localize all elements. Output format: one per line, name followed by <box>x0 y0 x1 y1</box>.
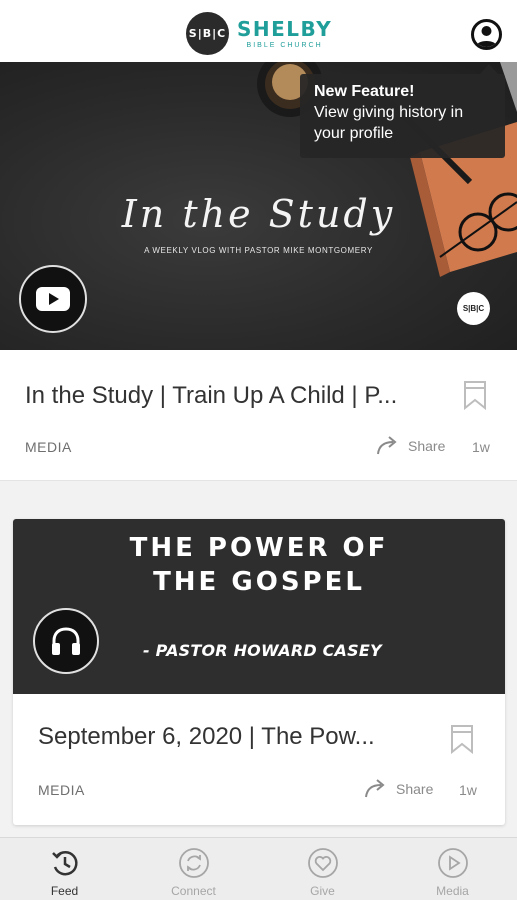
tab-label: Feed <box>50 884 79 898</box>
share-button[interactable]: Share <box>364 779 433 799</box>
media-play-icon <box>437 848 468 878</box>
profile-button[interactable] <box>471 19 502 50</box>
headphones-icon <box>52 627 80 655</box>
logo-badge: S|B|C <box>186 12 229 55</box>
new-feature-tooltip[interactable]: New Feature! View giving history in your… <box>300 74 505 158</box>
bookmark-icon[interactable] <box>450 724 474 754</box>
hero-subtitle: A WEEKLY VLOG WITH PASTOR MIKE MONTGOMER… <box>144 246 373 255</box>
audio-play-button[interactable] <box>33 608 99 674</box>
tooltip-arrow <box>480 64 498 74</box>
tab-feed[interactable]: Feed <box>0 838 129 900</box>
card-title: September 6, 2020 | The Pow... <box>38 723 375 750</box>
card-category: MEDIA <box>25 439 72 455</box>
sermon-thumbnail[interactable]: THE POWER OF THE GOSPEL - PASTOR HOWARD … <box>13 519 505 694</box>
bookmark-icon[interactable] <box>463 380 487 410</box>
share-arrow-icon <box>365 779 385 798</box>
tab-connect[interactable]: Connect <box>129 838 258 900</box>
top-header: S|B|C SHELBY BIBLE CHURCH <box>0 0 517 62</box>
post-age: 1w <box>472 439 490 455</box>
connect-arrows-icon <box>178 848 209 878</box>
church-logo[interactable]: S|B|C SHELBY BIBLE CHURCH <box>186 12 332 55</box>
feed-card[interactable]: THE POWER OF THE GOSPEL - PASTOR HOWARD … <box>13 519 505 825</box>
tooltip-body: View giving history in your profile <box>314 104 464 142</box>
tab-label: Connect <box>171 884 216 898</box>
profile-icon <box>476 26 497 47</box>
share-label: Share <box>396 781 434 797</box>
bottom-tab-bar: Feed Connect Give Media <box>0 837 517 900</box>
card-category: MEDIA <box>38 782 85 798</box>
tab-give[interactable]: Give <box>258 838 387 900</box>
sermon-image-pastor: - PASTOR HOWARD CASEY <box>143 641 382 660</box>
app-screen: S|B|C SHELBY BIBLE CHURCH In the Study A… <box>0 0 517 900</box>
tab-label: Media <box>436 884 469 898</box>
tab-label: Give <box>310 884 335 898</box>
card-title: In the Study | Train Up A Child | P... <box>25 382 398 409</box>
sbc-watermark-badge: S|B|C <box>457 292 490 325</box>
youtube-play-button[interactable] <box>19 265 87 333</box>
feed-card[interactable]: In the Study | Train Up A Child | P... M… <box>0 350 517 481</box>
feed-refresh-icon <box>51 851 78 876</box>
tab-media[interactable]: Media <box>388 838 517 900</box>
sermon-image-title: THE POWER OF THE GOSPEL <box>13 531 505 599</box>
logo-text: SHELBY BIBLE CHURCH <box>237 19 332 49</box>
post-age: 1w <box>459 782 477 798</box>
tooltip-title: New Feature! <box>314 83 415 100</box>
hero-title: In the Study <box>121 192 396 236</box>
share-arrow-icon <box>377 436 397 455</box>
youtube-icon <box>36 287 70 311</box>
logo-name: SHELBY <box>237 16 333 41</box>
share-button[interactable]: Share <box>376 436 445 456</box>
sermon-image-title-line2: THE GOSPEL <box>153 567 365 597</box>
give-heart-icon <box>307 848 338 878</box>
logo-subtitle: BIBLE CHURCH <box>246 41 323 49</box>
sermon-image-title-line1: THE POWER OF <box>129 533 389 563</box>
share-label: Share <box>408 438 446 454</box>
